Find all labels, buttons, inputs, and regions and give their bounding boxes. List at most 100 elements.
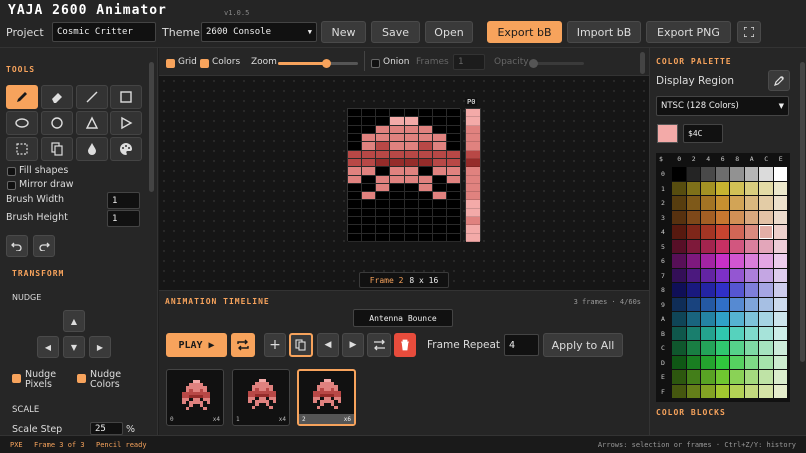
palette-swatch[interactable]: [686, 196, 700, 210]
row-color-cell[interactable]: [466, 109, 480, 118]
sprite-pixel[interactable]: [348, 109, 363, 118]
sprite-pixel[interactable]: [348, 200, 363, 209]
palette-swatch[interactable]: [715, 268, 729, 282]
zoom-slider-handle[interactable]: [322, 59, 331, 68]
sprite-pixel[interactable]: [362, 208, 377, 218]
sprite-pixel[interactable]: [418, 158, 433, 168]
palette-swatch[interactable]: [773, 355, 787, 369]
palette-swatch[interactable]: [773, 239, 787, 253]
sprite-pixel[interactable]: [432, 142, 447, 151]
brush-width-input[interactable]: 1: [107, 192, 140, 209]
palette-swatch[interactable]: [773, 297, 787, 311]
canvas-scrollbar[interactable]: [640, 52, 645, 74]
palette-swatch[interactable]: [744, 312, 758, 326]
eyedropper-button[interactable]: [768, 70, 790, 91]
palette-swatch[interactable]: [672, 326, 686, 340]
sprite-pixel[interactable]: [390, 217, 405, 226]
palette-swatch[interactable]: [744, 384, 758, 398]
palette-swatch[interactable]: [672, 283, 686, 297]
palette-swatch[interactable]: [686, 283, 700, 297]
sprite-pixel[interactable]: [404, 167, 419, 176]
palette-swatch[interactable]: [759, 312, 773, 326]
undo-button[interactable]: [6, 235, 28, 257]
sprite-pixel[interactable]: [432, 200, 447, 209]
sprite-pixel[interactable]: [404, 225, 419, 234]
palette-swatch[interactable]: [701, 239, 715, 253]
sprite-pixel[interactable]: [418, 183, 433, 193]
row-color-cell[interactable]: [466, 192, 480, 201]
selected-color-hex[interactable]: $4C: [683, 124, 723, 143]
duplicate-frame-button[interactable]: [289, 333, 313, 357]
palette-swatch[interactable]: [672, 254, 686, 268]
palette-swatch[interactable]: [715, 254, 729, 268]
sprite-pixel[interactable]: [390, 183, 405, 193]
delete-frame-button[interactable]: [394, 333, 416, 357]
opacity-slider[interactable]: [529, 59, 584, 68]
palette-swatch[interactable]: [715, 355, 729, 369]
import-bb-button[interactable]: Import bB: [567, 21, 641, 43]
sprite-pixel[interactable]: [432, 150, 447, 159]
sprite-pixel[interactable]: [446, 175, 461, 184]
palette-swatch[interactable]: [672, 297, 686, 311]
sprite-pixel[interactable]: [376, 208, 391, 218]
sprite-pixel[interactable]: [362, 142, 377, 151]
sprite-pixel[interactable]: [390, 167, 405, 176]
frame-repeat-input[interactable]: 4: [504, 334, 539, 356]
palette-swatch[interactable]: [701, 355, 715, 369]
palette-swatch[interactable]: [672, 312, 686, 326]
palette-swatch[interactable]: [672, 181, 686, 195]
palette-swatch[interactable]: [759, 254, 773, 268]
redo-button[interactable]: [33, 235, 55, 257]
row-color-cell[interactable]: [466, 117, 480, 126]
palette-swatch[interactable]: [759, 196, 773, 210]
sprite-pixel[interactable]: [390, 117, 405, 126]
sprite-pixel[interactable]: [404, 200, 419, 209]
sprite-pixel[interactable]: [432, 233, 447, 242]
sprite-pixel[interactable]: [376, 175, 391, 184]
grid-checkbox[interactable]: [166, 59, 175, 68]
sprite-pixel[interactable]: [348, 225, 363, 234]
palette-swatch[interactable]: [759, 210, 773, 224]
palette-swatch[interactable]: [701, 341, 715, 355]
sprite-pixel[interactable]: [390, 142, 405, 151]
sprite-pixel[interactable]: [404, 133, 419, 143]
sprite-pixel[interactable]: [432, 208, 447, 218]
palette-swatch[interactable]: [730, 370, 744, 384]
sprite-pixel[interactable]: [404, 117, 419, 126]
palette-swatch[interactable]: [730, 239, 744, 253]
sprite-pixel[interactable]: [432, 117, 447, 126]
sprite-pixel[interactable]: [390, 158, 405, 168]
palette-swatch[interactable]: [773, 384, 787, 398]
sprite-pixel[interactable]: [348, 150, 363, 159]
sprite-pixel[interactable]: [446, 233, 461, 242]
sprite-pixel[interactable]: [362, 175, 377, 184]
palette-swatch[interactable]: [686, 210, 700, 224]
sprite-pixel[interactable]: [418, 225, 433, 234]
row-color-cell[interactable]: [466, 217, 480, 226]
palette-swatch[interactable]: [744, 341, 758, 355]
palette-swatch[interactable]: [686, 384, 700, 398]
opacity-slider-handle[interactable]: [529, 59, 538, 68]
palette-swatch[interactable]: [730, 355, 744, 369]
palette-swatch[interactable]: [730, 268, 744, 282]
sprite-pixel[interactable]: [348, 183, 363, 193]
sprite-pixel[interactable]: [376, 125, 391, 134]
palette-swatch[interactable]: [686, 254, 700, 268]
sprite-pixel[interactable]: [348, 175, 363, 184]
sprite-pixel[interactable]: [418, 200, 433, 209]
sprite-pixel[interactable]: [348, 142, 363, 151]
nudge-colors-checkbox[interactable]: [77, 374, 86, 383]
palette-swatch[interactable]: [672, 268, 686, 282]
sprite-pixel[interactable]: [446, 117, 461, 126]
palette-swatch[interactable]: [773, 283, 787, 297]
sprite-pixel[interactable]: [376, 117, 391, 126]
sprite-pixel[interactable]: [390, 109, 405, 118]
sprite-pixel[interactable]: [432, 125, 447, 134]
tool-select[interactable]: [6, 137, 38, 161]
sprite-pixel[interactable]: [418, 175, 433, 184]
palette-swatch[interactable]: [686, 297, 700, 311]
sprite-pixel[interactable]: [446, 183, 461, 193]
sprite-pixel[interactable]: [446, 150, 461, 159]
sprite-pixel[interactable]: [404, 125, 419, 134]
sprite-pixel[interactable]: [390, 200, 405, 209]
